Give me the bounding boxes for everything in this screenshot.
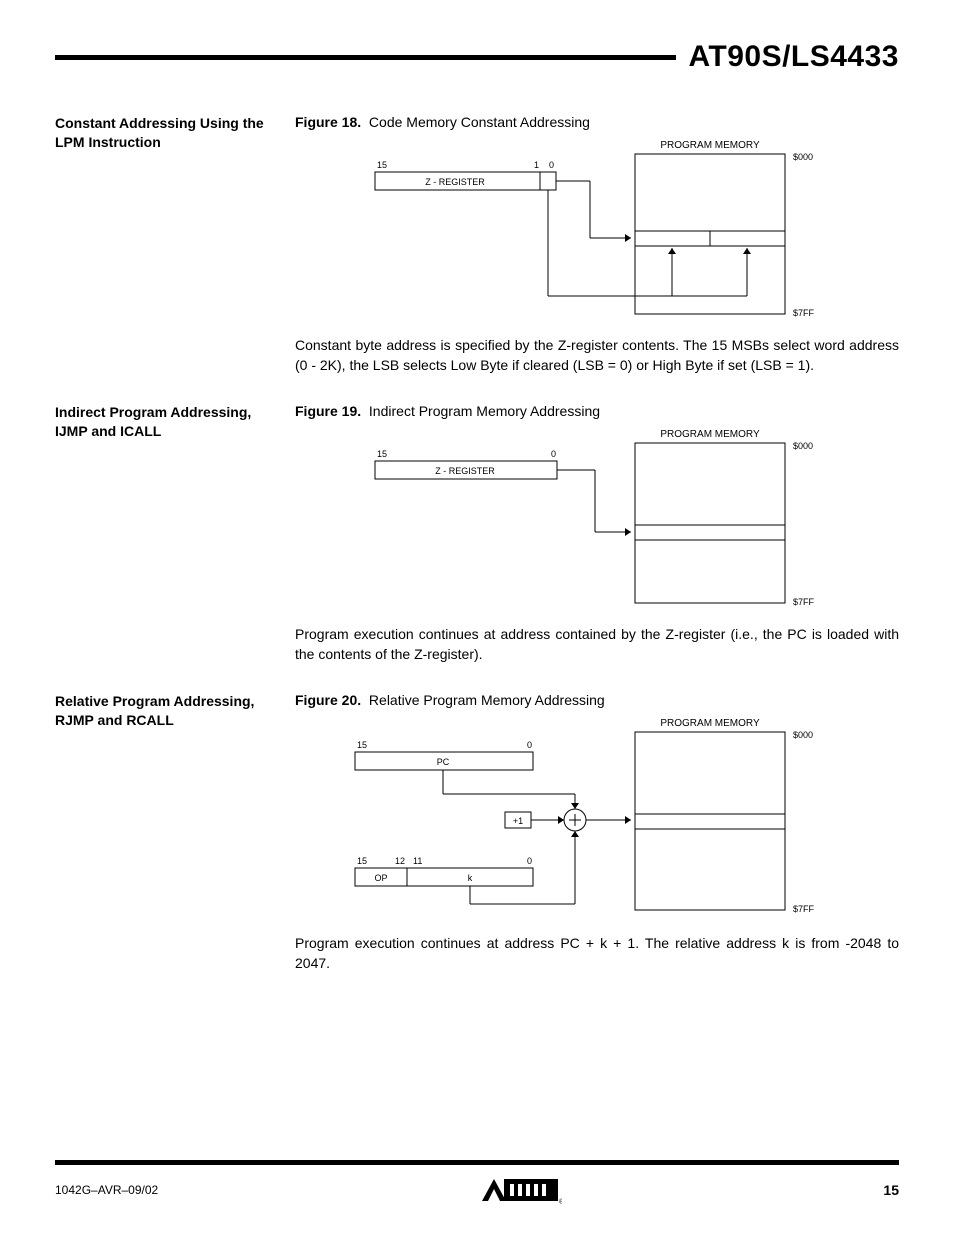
svg-text:PROGRAM MEMORY: PROGRAM MEMORY (660, 140, 760, 151)
section-indirect-addressing: Indirect Program Addressing, IJMP and IC… (55, 403, 899, 678)
svg-text:Z - REGISTER: Z - REGISTER (425, 177, 485, 187)
svg-text:$7FF: $7FF (793, 597, 815, 607)
section-constant-addressing: Constant Addressing Using the LPM Instru… (55, 114, 899, 389)
body-text: Program execution continues at address c… (295, 625, 899, 664)
page-number: 15 (883, 1182, 899, 1198)
svg-text:15: 15 (357, 740, 367, 750)
figure-caption: Figure 18. Code Memory Constant Addressi… (295, 114, 899, 130)
svg-text:0: 0 (527, 740, 532, 750)
svg-text:$7FF: $7FF (793, 904, 815, 914)
header-rule: AT90S/LS4433 (55, 40, 899, 74)
svg-text:®: ® (559, 1198, 562, 1205)
logo: ® (480, 1175, 562, 1205)
svg-text:15: 15 (377, 449, 387, 459)
page-footer: 1042G–AVR–09/02 ® 15 (55, 1160, 899, 1205)
section-relative-addressing: Relative Program Addressing, RJMP and RC… (55, 692, 899, 987)
body-text: Constant byte address is specified by th… (295, 336, 899, 375)
svg-text:PROGRAM MEMORY: PROGRAM MEMORY (660, 429, 760, 440)
figure-caption: Figure 20. Relative Program Memory Addre… (295, 692, 899, 708)
svg-text:11: 11 (413, 856, 422, 866)
svg-text:15: 15 (357, 856, 367, 866)
svg-text:$000: $000 (793, 441, 813, 451)
svg-text:OP: OP (374, 873, 387, 883)
svg-text:$000: $000 (793, 152, 813, 162)
svg-text:PROGRAM MEMORY: PROGRAM MEMORY (660, 718, 760, 729)
side-heading: Indirect Program Addressing, IJMP and IC… (55, 403, 295, 678)
svg-text:0: 0 (549, 160, 554, 170)
svg-text:1: 1 (534, 160, 539, 170)
side-heading: Constant Addressing Using the LPM Instru… (55, 114, 295, 389)
svg-text:$000: $000 (793, 730, 813, 740)
svg-text:k: k (468, 873, 473, 883)
svg-text:Z - REGISTER: Z - REGISTER (435, 466, 495, 476)
svg-text:0: 0 (527, 856, 532, 866)
document-title: AT90S/LS4433 (688, 40, 899, 74)
side-heading: Relative Program Addressing, RJMP and RC… (55, 692, 295, 987)
svg-text:PC: PC (437, 757, 450, 767)
figure-caption: Figure 19. Indirect Program Memory Addre… (295, 403, 899, 419)
svg-text:0: 0 (551, 449, 556, 459)
svg-text:$7FF: $7FF (793, 308, 815, 318)
svg-text:15: 15 (377, 160, 387, 170)
svg-text:12: 12 (395, 856, 405, 866)
figure-19: PROGRAM MEMORY $000 $7FF 15 0 Z - REGIST… (295, 425, 899, 615)
svg-text:+1: +1 (513, 816, 523, 826)
figure-20: PROGRAM MEMORY $000 $7FF 15 0 PC 15 12 1… (295, 714, 899, 924)
doc-code: 1042G–AVR–09/02 (55, 1183, 158, 1197)
body-text: Program execution continues at address P… (295, 934, 899, 973)
figure-18: PROGRAM MEMORY $000 $7FF 15 1 0 Z - REGI… (295, 136, 899, 326)
